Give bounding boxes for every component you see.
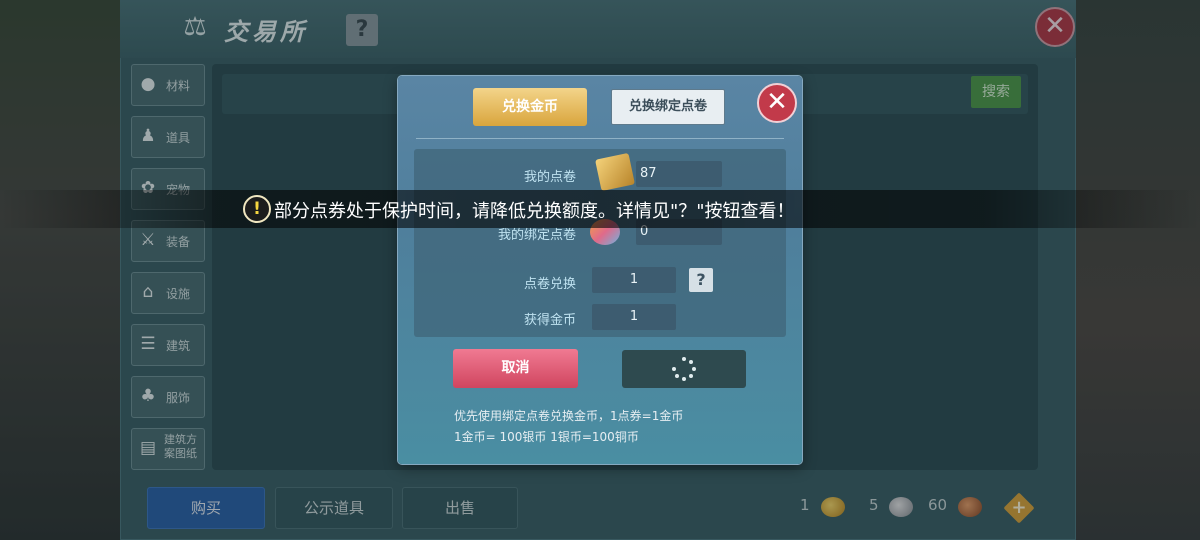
my-points-value: 87: [636, 161, 722, 187]
loading-spinner-icon: [672, 357, 696, 381]
exchange-note-line1: 优先使用绑定点卷兑换金币，1点券=1金币: [454, 409, 684, 423]
exchange-amount-label: 点卷兑换: [523, 277, 576, 292]
my-points-label: 我的点卷: [523, 170, 576, 185]
divider: [416, 138, 784, 139]
confirm-button-loading[interactable]: [622, 350, 746, 388]
tab-exchange-bound-points[interactable]: 兑换绑定点卷: [611, 89, 725, 125]
tab-exchange-gold[interactable]: 兑换金币: [473, 88, 587, 126]
gain-gold-value: 1: [592, 304, 676, 330]
gain-gold-label: 获得金币: [523, 313, 576, 328]
warning-toast: ! 部分点券处于保护时间，请降低兑换额度。详情见"？"按钮查看！: [0, 190, 1200, 228]
exchange-note-line2: 1金币= 100银币 1银币=100铜币: [454, 430, 639, 444]
exchange-help-button[interactable]: ?: [689, 268, 713, 292]
exchange-amount-input[interactable]: 1: [592, 267, 676, 293]
dialog-close-button[interactable]: ✕: [757, 83, 797, 123]
exchange-dialog: 兑换金币 兑换绑定点卷 ✕ 我的点卷 87 我的绑定点卷 0 点卷兑换 1 ? …: [398, 76, 802, 464]
exclamation-icon: !: [243, 195, 271, 223]
cancel-button[interactable]: 取消: [453, 349, 578, 388]
toast-message: 部分点券处于保护时间，请降低兑换额度。详情见"？"按钮查看！: [274, 201, 795, 222]
